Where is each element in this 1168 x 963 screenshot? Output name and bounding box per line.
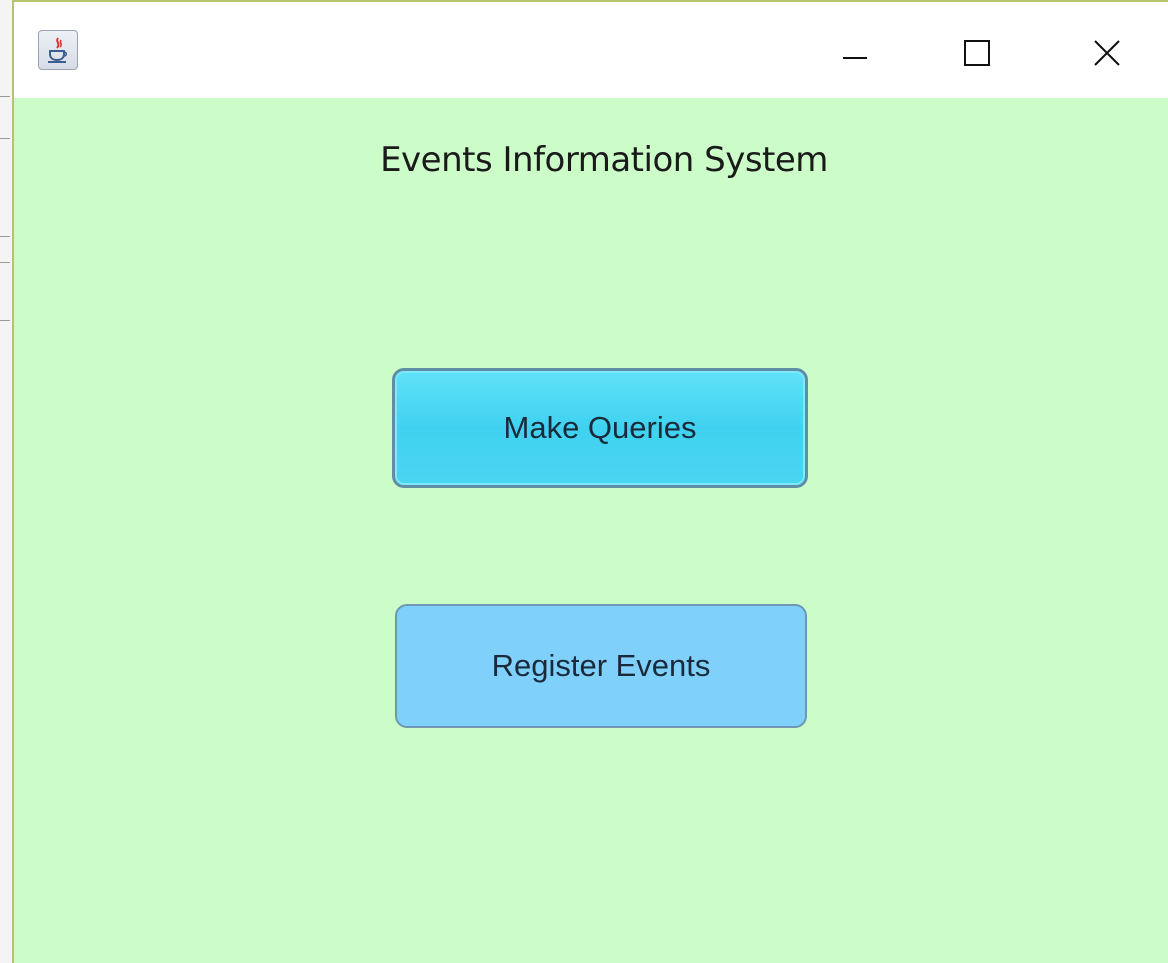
- background-divider: [0, 236, 10, 237]
- desktop-screen: Events Information System Make Queries R…: [0, 0, 1168, 963]
- register-events-label: Register Events: [491, 648, 711, 683]
- maximize-icon: [964, 40, 990, 66]
- register-events-button[interactable]: Register Events: [395, 604, 807, 728]
- background-divider: [0, 262, 10, 263]
- background-divider: [0, 96, 10, 97]
- page-title: Events Information System: [14, 140, 1168, 180]
- make-queries-button[interactable]: Make Queries: [392, 368, 808, 488]
- close-icon: [1094, 40, 1120, 66]
- page-title-text: Events Information System: [380, 140, 828, 180]
- java-cup-icon[interactable]: [38, 30, 78, 70]
- background-divider: [0, 320, 10, 321]
- minimize-button[interactable]: [824, 26, 884, 78]
- app-window: Events Information System Make Queries R…: [12, 0, 1168, 963]
- close-button[interactable]: [1076, 26, 1136, 78]
- maximize-button[interactable]: [946, 26, 1006, 78]
- background-divider: [0, 138, 10, 139]
- title-bar[interactable]: [14, 2, 1168, 98]
- minimize-icon: [843, 57, 867, 59]
- make-queries-label: Make Queries: [503, 410, 697, 445]
